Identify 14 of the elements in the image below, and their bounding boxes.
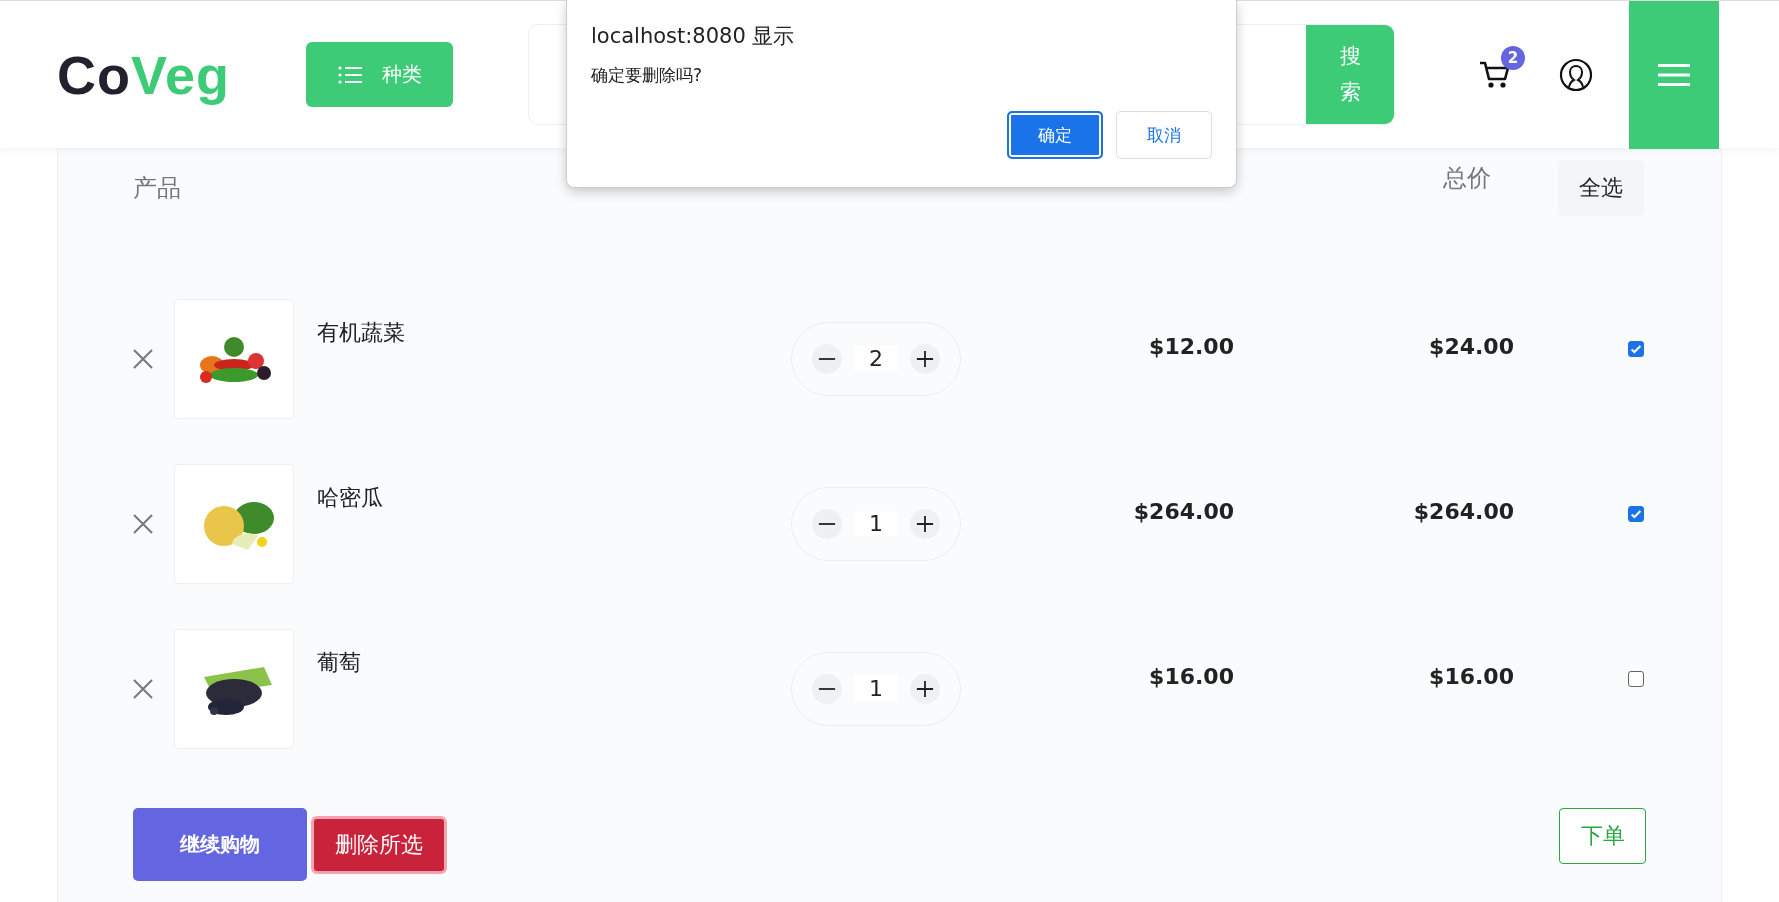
product-name: 有机蔬菜 <box>317 319 406 347</box>
dialog-message: 确定要删除吗? <box>591 64 704 87</box>
unit-price: $264.00 <box>1133 499 1234 524</box>
column-header: 产品 <box>133 173 182 204</box>
product-name: 哈密瓜 <box>317 484 384 512</box>
column-header: 总价 <box>1443 163 1491 194</box>
unit-price: $12.00 <box>1149 334 1234 359</box>
total-price: $24.00 <box>1429 334 1514 359</box>
total-price: $16.00 <box>1429 664 1514 689</box>
dialog-title: localhost:8080 显示 <box>591 23 796 50</box>
unit-price: $16.00 <box>1149 664 1234 689</box>
product-name: 葡萄 <box>317 649 362 677</box>
total-price: $264.00 <box>1413 499 1514 524</box>
cart-count-badge: 2 <box>1501 45 1526 70</box>
